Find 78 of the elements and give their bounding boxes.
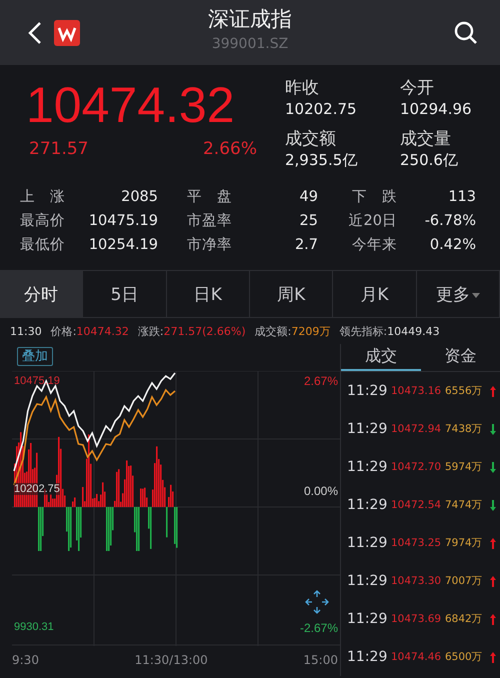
index-price: 10474.32 — [26, 77, 236, 133]
trade-time: 11:29 — [347, 497, 388, 513]
stat-value: 2,935.5亿 — [285, 150, 358, 170]
page-title: 深证成指 — [208, 6, 292, 33]
trade-time: 11:29 — [347, 383, 388, 399]
trade-price: 10473.69 — [391, 613, 442, 625]
trade-time: 11:29 — [347, 421, 388, 437]
axis-label: 2.67% — [304, 374, 338, 388]
stat-value: 10202.75 — [285, 99, 358, 119]
trade-time: 11:29 — [347, 573, 388, 589]
metric-value: 113 — [448, 188, 476, 207]
trade-price: 10474.46 — [391, 651, 442, 663]
metric-value: 2.7 — [294, 236, 318, 255]
stat-value: 250.6亿 — [400, 150, 459, 170]
trade-price: 10472.94 — [391, 423, 442, 435]
trade-time: 11:29 — [347, 459, 388, 475]
metric-label: 市盈率 — [187, 212, 232, 231]
metric-value: 2085 — [121, 188, 158, 207]
metric-label: 最高价 — [20, 212, 66, 231]
stat-label: 成交量 — [400, 128, 452, 150]
price-change: 271.57 — [29, 139, 88, 159]
chart-tab[interactable]: 分时 — [0, 271, 84, 317]
metric-value: 10475.19 — [88, 212, 158, 231]
metric-label: 近20日 — [348, 212, 397, 231]
metric-label: 最低价 — [20, 236, 66, 255]
search-icon[interactable] — [454, 20, 478, 44]
info-time: 11:30 — [10, 324, 42, 338]
trade-price: 10473.25 — [391, 537, 442, 549]
stock-code: 399001.SZ — [212, 35, 288, 54]
axis-label: 0.00% — [304, 484, 338, 498]
trade-volume: 6842万 — [445, 612, 484, 626]
metric-label: 今年来 — [352, 236, 397, 255]
metric-label: 下 跌 — [352, 188, 397, 207]
trade-volume: 7974万 — [445, 536, 484, 550]
trade-time: 11:29 — [347, 611, 388, 627]
trade-volume: 7438万 — [445, 422, 484, 436]
trade-time: 11:29 — [347, 535, 388, 551]
time-label: 15:00 — [303, 653, 338, 667]
percent-change: 2.66% — [202, 139, 257, 159]
caret-icon — [472, 292, 480, 298]
trade-price: 10473.16 — [391, 385, 442, 397]
axis-label: 10202.75 — [14, 483, 60, 495]
stat-label: 成交额 — [285, 128, 337, 150]
trade-volume: 7474万 — [445, 498, 484, 512]
trade-price: 10472.70 — [391, 461, 442, 473]
trade-time: 11:29 — [347, 649, 388, 665]
stat-label: 昨收 — [285, 77, 320, 99]
metric-value: -6.78% — [424, 212, 476, 231]
trade-price: 10473.30 — [391, 575, 442, 587]
axis-label: -2.67% — [300, 621, 338, 635]
trade-volume: 5974万 — [445, 460, 484, 474]
trade-volume: 7007万 — [445, 574, 484, 588]
trade-volume: 6500万 — [445, 650, 484, 664]
info-item: 领先指标:10449.43 — [339, 324, 440, 338]
metric-label: 上 涨 — [20, 188, 66, 207]
logo-icon — [54, 20, 80, 46]
info-item: 涨跌:271.57(2.66%) — [138, 324, 246, 338]
metric-value: 49 — [300, 188, 318, 207]
info-item: 成交额:7209万 — [254, 324, 330, 338]
time-label: 9:30 — [12, 653, 39, 667]
metric-value: 0.42% — [430, 236, 476, 255]
overlay-button[interactable]: 叠加 — [17, 347, 53, 366]
back-icon[interactable] — [28, 20, 42, 44]
panel-tab[interactable]: 资金 — [420, 344, 500, 371]
axis-label: 9930.31 — [14, 621, 54, 633]
panel-tab[interactable]: 成交 — [341, 344, 420, 371]
metric-label: 市净率 — [187, 236, 232, 255]
info-item: 价格:10474.32 — [50, 324, 129, 338]
metric-value: 25 — [300, 212, 318, 231]
time-label: 11:30/13:00 — [134, 653, 208, 667]
stat-value: 10294.96 — [400, 99, 473, 119]
trade-volume: 6556万 — [445, 384, 484, 398]
expand-icon[interactable] — [304, 589, 330, 615]
metric-value: 10254.19 — [88, 236, 158, 255]
axis-label: 10475.19 — [14, 375, 60, 387]
metric-label: 平 盘 — [187, 188, 232, 207]
trade-price: 10472.54 — [391, 499, 442, 511]
stat-label: 今开 — [400, 77, 435, 99]
